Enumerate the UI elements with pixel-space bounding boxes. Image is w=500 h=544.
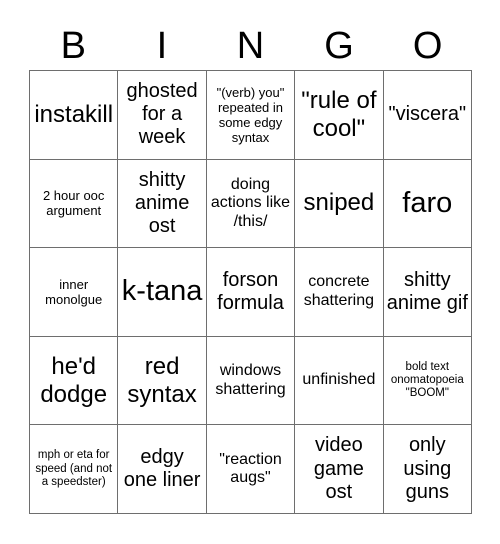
header-letter-g: G xyxy=(324,25,354,67)
bingo-cell[interactable]: faro xyxy=(383,159,472,249)
bingo-cell-label: red syntax xyxy=(127,352,197,408)
bingo-cell-label: doing actions like /this/ xyxy=(210,175,291,230)
bingo-cell[interactable]: he'd dodge xyxy=(30,336,119,426)
bingo-cell[interactable]: only using guns xyxy=(383,425,472,514)
bingo-cell[interactable]: inner monolgue xyxy=(30,248,119,337)
bingo-cell-label: "viscera" xyxy=(388,103,467,126)
bingo-cell[interactable]: k-tana xyxy=(118,248,207,337)
bingo-header: B I N G O xyxy=(29,22,472,70)
bingo-cell[interactable]: ghosted for a week xyxy=(118,71,207,160)
bingo-cell[interactable]: windows shattering xyxy=(206,336,296,426)
bingo-cell-label: shitty anime ost xyxy=(134,168,190,237)
bingo-cell[interactable]: doing actions like /this/ xyxy=(206,159,296,249)
bingo-cell[interactable]: bold text onomatopoeia "BOOM" xyxy=(383,336,472,426)
bingo-cell-label: shitty anime gif xyxy=(386,268,468,314)
bingo-cell[interactable]: red syntax xyxy=(118,336,207,426)
bingo-cell-label: ghosted for a week xyxy=(126,80,198,149)
bingo-cell-label: bold text onomatopoeia "BOOM" xyxy=(390,360,464,400)
bingo-cell-label: "reaction augs" xyxy=(219,450,282,487)
bingo-cell[interactable]: forson formula xyxy=(206,248,296,337)
bingo-cell-label: k-tana xyxy=(121,275,203,308)
bingo-cell[interactable]: "viscera" xyxy=(383,71,472,160)
bingo-cell[interactable]: video game ost xyxy=(295,425,384,514)
bingo-cell[interactable]: instakill xyxy=(30,71,119,160)
header-letter-o: O xyxy=(412,25,443,67)
header-letter-i: I xyxy=(156,25,168,67)
bingo-cell[interactable]: mph or eta for speed (and not a speedste… xyxy=(30,425,119,514)
bingo-cell-label: inner monolgue xyxy=(45,276,103,307)
bingo-cell-label: video game ost xyxy=(313,434,364,503)
bingo-cell-label: faro xyxy=(402,186,453,219)
bingo-cell-label: "rule of cool" xyxy=(301,86,377,142)
bingo-cell[interactable]: edgy one liner xyxy=(118,425,207,514)
bingo-cell-label: only using guns xyxy=(403,434,452,503)
bingo-cell[interactable]: shitty anime ost xyxy=(118,159,207,249)
header-letter-n: N xyxy=(236,25,265,67)
bingo-cell-label: unfinished xyxy=(302,371,376,389)
bingo-cell[interactable]: "(verb) you" repeated in some edgy synta… xyxy=(206,71,296,160)
bingo-cell-label: edgy one liner xyxy=(123,446,201,492)
bingo-cell[interactable]: "reaction augs" xyxy=(206,425,296,514)
bingo-cell[interactable]: unfinished xyxy=(295,336,384,426)
bingo-cell[interactable]: concrete shattering xyxy=(295,248,384,337)
bingo-cell-label: instakill xyxy=(34,100,114,128)
header-letter-b: B xyxy=(60,25,86,67)
bingo-cell-label: windows shattering xyxy=(215,362,286,398)
bingo-cell[interactable]: "rule of cool" xyxy=(295,71,384,160)
bingo-grid: instakill ghosted for a week "(verb) you… xyxy=(29,70,472,514)
bingo-cell-label: he'd dodge xyxy=(40,352,108,408)
bingo-card: B I N G O instakill ghosted for a week "… xyxy=(0,0,500,544)
bingo-cell[interactable]: shitty anime gif xyxy=(383,248,472,337)
bingo-cell-label: sniped xyxy=(303,189,375,217)
bingo-cell-label: concrete shattering xyxy=(303,273,375,309)
bingo-cell-label: forson formula xyxy=(217,268,284,314)
bingo-cell[interactable]: 2 hour ooc argument xyxy=(30,159,119,249)
bingo-cell[interactable]: sniped xyxy=(295,159,384,249)
bingo-cell-label: 2 hour ooc argument xyxy=(42,188,105,219)
bingo-cell-label: mph or eta for speed (and not a speedste… xyxy=(35,449,113,488)
bingo-cell-label: "(verb) you" repeated in some edgy synta… xyxy=(216,84,285,145)
